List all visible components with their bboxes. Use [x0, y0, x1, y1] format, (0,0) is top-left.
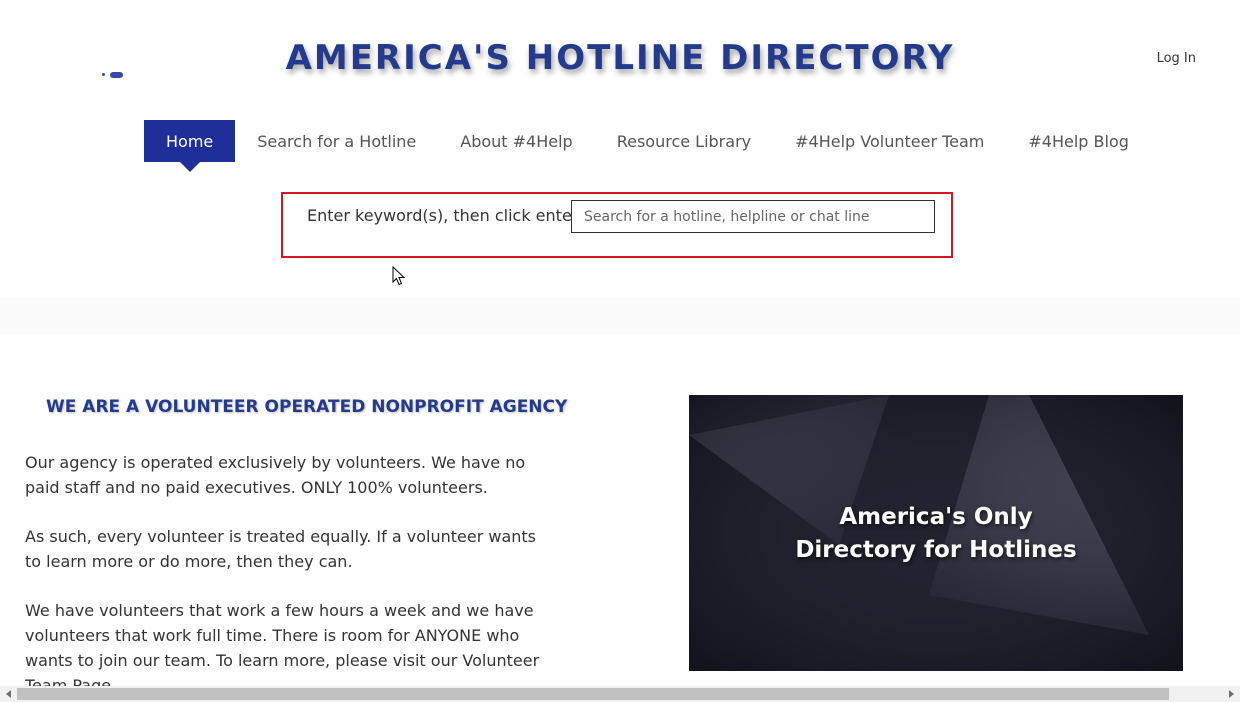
nav-item-blog[interactable]: #4Help Blog [1006, 120, 1151, 162]
search-panel: Enter keyword(s), then click enter [281, 192, 953, 258]
about-paragraph-3: We have volunteers that work a few hours… [25, 601, 540, 695]
main-nav: Home Search for a Hotline About #4Help R… [144, 120, 1151, 172]
search-input[interactable] [571, 200, 935, 233]
scrollbar-thumb[interactable] [17, 688, 1169, 700]
divider-band [0, 298, 1240, 334]
nav-item-search-hotline[interactable]: Search for a Hotline [235, 120, 438, 162]
hero-banner: America's Only Directory for Hotlines [689, 395, 1183, 671]
hero-caption-line-1: America's Only [839, 504, 1033, 530]
nav-item-home[interactable]: Home [144, 120, 236, 172]
mouse-pointer-icon [392, 266, 406, 286]
about-paragraph-2: As such, every volunteer is treated equa… [25, 527, 536, 571]
nav-item-resource-library[interactable]: Resource Library [595, 120, 773, 162]
scroll-right-arrow-icon[interactable] [1229, 690, 1234, 698]
search-label: Enter keyword(s), then click enter [307, 206, 579, 225]
horizontal-scrollbar[interactable] [0, 686, 1240, 702]
about-heading: WE ARE A VOLUNTEER OPERATED NONPROFIT AG… [46, 397, 568, 417]
site-title[interactable]: AMERICA'S HOTLINE DIRECTORY [0, 38, 1240, 78]
nav-item-about[interactable]: About #4Help [438, 120, 594, 162]
hero-caption: America's Only Directory for Hotlines [689, 501, 1183, 567]
hero-caption-line-2: Directory for Hotlines [795, 537, 1077, 563]
nav-item-volunteer-team[interactable]: #4Help Volunteer Team [773, 120, 1006, 162]
scroll-left-arrow-icon[interactable] [6, 690, 11, 698]
login-link[interactable]: Log In [1157, 51, 1196, 66]
about-paragraph-1: Our agency is operated exclusively by vo… [25, 453, 526, 497]
